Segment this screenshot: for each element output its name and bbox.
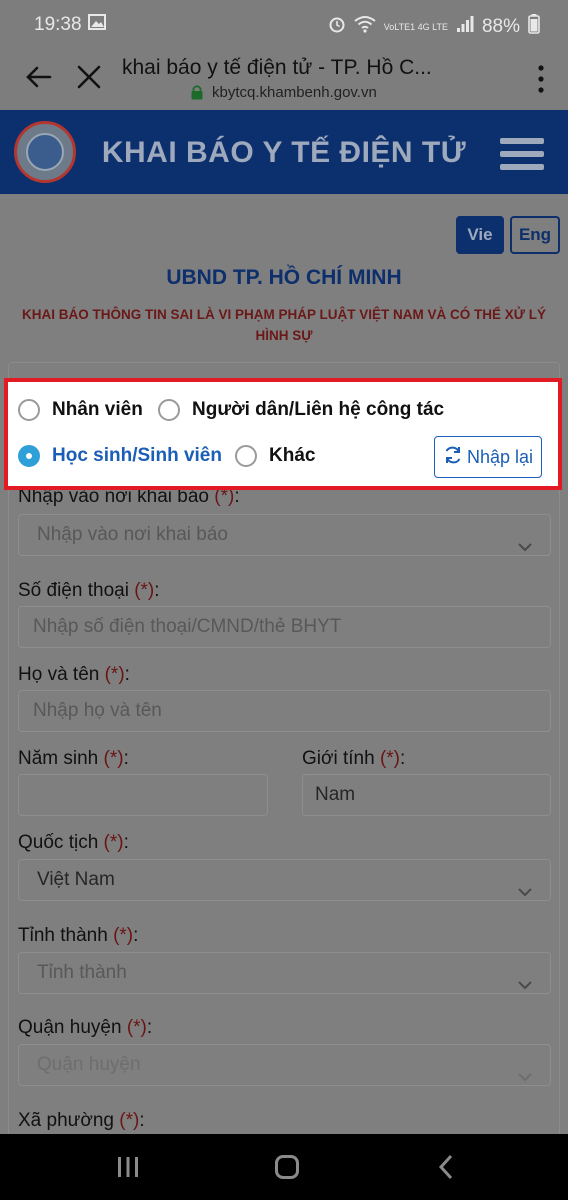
network-type: VoLTE1 4G LTE bbox=[383, 21, 448, 32]
ward-label: Xã phường (*): bbox=[18, 1110, 145, 1131]
battery-level: 88% bbox=[481, 16, 520, 37]
location-select[interactable]: Nhập vào nơi khai báo bbox=[18, 514, 551, 556]
gender-label: Giới tính (*): bbox=[302, 748, 406, 769]
battery-icon bbox=[528, 14, 540, 40]
language-eng-button[interactable]: Eng bbox=[510, 216, 560, 254]
radio-option-citizen[interactable]: Người dân/Liên hệ công tác bbox=[158, 399, 444, 421]
nav-back-icon[interactable] bbox=[438, 1154, 454, 1180]
chevron-down-icon bbox=[518, 967, 532, 990]
form-page: Vie Eng UBND TP. HỒ CHÍ MINH KHAI BÁO TH… bbox=[0, 194, 568, 1152]
app-title: KHAI BÁO Y TẾ ĐIỆN TỬ bbox=[101, 136, 467, 169]
alarm-icon bbox=[328, 15, 346, 39]
lock-icon bbox=[190, 84, 204, 100]
phone-label: Số điện thoại (*): bbox=[18, 580, 160, 601]
district-label: Quận huyện (*): bbox=[18, 1017, 153, 1038]
chevron-down-icon bbox=[518, 874, 532, 897]
legal-warning: KHAI BÁO THÔNG TIN SAI LÀ VI PHẠM PHÁP L… bbox=[22, 307, 546, 343]
nationality-select[interactable]: Việt Nam bbox=[18, 859, 551, 901]
reset-button[interactable]: Nhập lại bbox=[434, 436, 542, 478]
radio-button[interactable] bbox=[18, 399, 40, 421]
gender-input[interactable]: Nam bbox=[302, 774, 551, 816]
recent-apps-icon[interactable] bbox=[116, 1156, 140, 1178]
unit-title: UBND TP. HỒ CHÍ MINH bbox=[166, 266, 402, 289]
radio-button[interactable] bbox=[158, 399, 180, 421]
radio-option-other[interactable]: Khác bbox=[235, 445, 315, 467]
status-bar: 19:38 VoLTE1 4G LTE 88% bbox=[0, 0, 568, 48]
radio-option-student[interactable]: Học sinh/Sinh viên bbox=[18, 445, 222, 467]
fullname-label: Họ và tên (*): bbox=[18, 664, 130, 685]
language-vie-button[interactable]: Vie bbox=[456, 216, 504, 254]
phone-input[interactable]: Nhập số điện thoại/CMND/thẻ BHYT bbox=[18, 606, 551, 648]
home-icon[interactable] bbox=[275, 1155, 299, 1179]
user-type-radio-group: Nhân viên Người dân/Liên hệ công tác Học… bbox=[4, 378, 562, 490]
status-time: 19:38 bbox=[34, 14, 82, 35]
radio-button[interactable] bbox=[235, 445, 257, 467]
chevron-down-icon bbox=[518, 529, 532, 552]
url-text[interactable]: kbytcq.khambenh.gov.vn bbox=[212, 84, 377, 101]
page-title: khai báo y tế điện tử - TP. Hồ C... bbox=[122, 56, 432, 79]
system-nav-bar bbox=[0, 1134, 568, 1200]
ministry-logo bbox=[14, 121, 76, 183]
back-arrow-icon[interactable] bbox=[22, 60, 56, 94]
radio-button-selected[interactable] bbox=[18, 445, 40, 467]
birth-year-label: Năm sinh (*): bbox=[18, 748, 129, 769]
browser-toolbar: khai báo y tế điện tử - TP. Hồ C... kbyt… bbox=[0, 48, 568, 110]
signal-icon bbox=[456, 15, 474, 39]
birth-year-input[interactable] bbox=[18, 774, 268, 816]
app-header: KHAI BÁO Y TẾ ĐIỆN TỬ bbox=[0, 110, 568, 194]
fullname-input[interactable]: Nhập họ và tên bbox=[18, 690, 551, 732]
wifi-icon bbox=[354, 15, 376, 39]
province-label: Tỉnh thành (*): bbox=[18, 925, 139, 946]
district-select[interactable]: Quận huyện bbox=[18, 1044, 551, 1086]
province-select[interactable]: Tỉnh thành bbox=[18, 952, 551, 994]
gallery-icon bbox=[88, 14, 106, 36]
close-icon[interactable] bbox=[72, 60, 106, 94]
nationality-label: Quốc tịch (*): bbox=[18, 832, 129, 853]
chevron-down-icon bbox=[518, 1059, 532, 1082]
radio-option-staff[interactable]: Nhân viên bbox=[18, 399, 143, 421]
more-options-icon[interactable] bbox=[536, 64, 546, 94]
refresh-icon bbox=[443, 445, 463, 470]
menu-icon[interactable] bbox=[500, 138, 544, 170]
